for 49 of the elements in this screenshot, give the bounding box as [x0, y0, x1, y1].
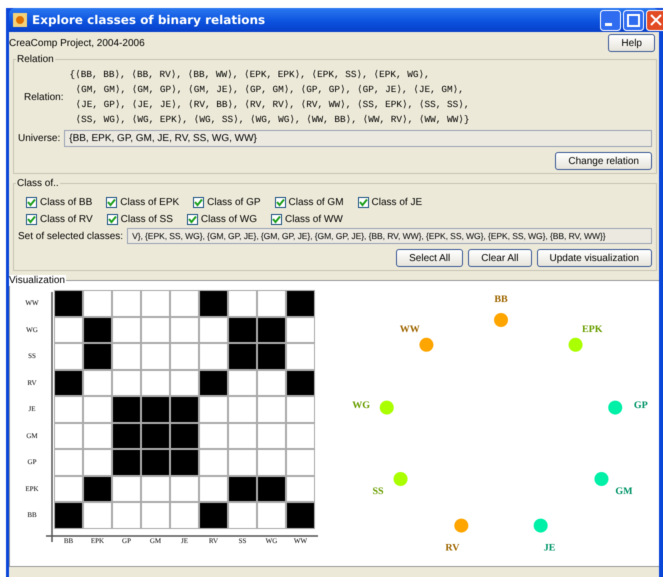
credit-text: CreaComp Project, 2004-2006: [9, 38, 145, 48]
checkbox-label: Class of WG: [200, 214, 257, 225]
section-title: Visualization: [9, 275, 66, 286]
relation-text: ⟨JE, GP⟩, ⟨JE, JE⟩, ⟨RV, BB⟩, ⟨RV, RV⟩, ⟨RV, WW⟩, ⟨SS, EPK⟩, ⟨SS, SS⟩,: [74, 98, 470, 112]
relation-text: ⟨GM, GM⟩, ⟨GM, GP⟩, ⟨GM, JE⟩, ⟨GP, GM⟩, ⟨GP, GP⟩, ⟨GP, JE⟩, ⟨JE, GM⟩,: [74, 83, 465, 97]
relation-label: Relation:: [24, 92, 64, 102]
node-label: RV: [445, 542, 460, 554]
checkbox[interactable]: [193, 197, 204, 208]
checkbox[interactable]: [274, 197, 286, 208]
node-label: SS: [372, 486, 384, 497]
section-title: Class of..: [16, 178, 60, 189]
checkbox[interactable]: [358, 197, 369, 208]
checkbox[interactable]: [106, 197, 118, 208]
node-label: GM: [615, 486, 633, 497]
checkbox-label: Class of GP: [207, 197, 261, 208]
selected-classes-field[interactable]: V}, {EPK, SS, WG}, {GM, GP, JE}, {GM, GP, JE}, {GM, GP, JE}, {BB, RV, WW}, {EPK, SS, WG}, {EPK, SS, WG}, {BB, RV, WW}}: [127, 228, 652, 244]
node-label: GP: [634, 400, 648, 411]
universe-field[interactable]: {BB, EPK, GP, GM, JE, RV, SS, WG, WW}: [64, 130, 652, 147]
node-label: WG: [352, 400, 370, 411]
checkbox[interactable]: [26, 214, 37, 225]
action-button[interactable]: Update visualization: [536, 249, 652, 267]
action-button[interactable]: Select All: [396, 249, 464, 267]
checkbox-label: Class of JE: [372, 197, 422, 208]
checkbox-label: Class of GM: [288, 197, 344, 208]
section-title: Relation: [16, 54, 55, 65]
checkbox-label: Class of WW: [285, 214, 343, 225]
node-label: BB: [494, 294, 508, 305]
universe-label: Universe:: [18, 133, 60, 144]
relation-text: {⟨BB, BB⟩, ⟨BB, RV⟩, ⟨BB, WW⟩, ⟨EPK, EPK⟩, ⟨EPK, SS⟩, ⟨EPK, WG⟩,: [69, 68, 431, 82]
minimize-icon[interactable]: [600, 10, 621, 30]
checkbox-label: Class of BB: [40, 197, 92, 208]
checkbox[interactable]: [26, 197, 37, 208]
node-label: WW: [400, 324, 420, 335]
checkbox-label: Class of RV: [40, 214, 93, 225]
node-label: JE: [544, 542, 556, 554]
checkbox-label: Class of SS: [120, 214, 173, 225]
selected-classes-label: Set of selected classes:: [18, 230, 124, 242]
node-label: EPK: [582, 324, 603, 335]
checkbox[interactable]: [271, 214, 282, 225]
close-icon[interactable]: [646, 10, 663, 30]
checkbox[interactable]: [186, 214, 198, 225]
help-button[interactable]: Help: [608, 34, 655, 52]
action-button[interactable]: Clear All: [468, 249, 532, 267]
window-title: Explore classes of binary relations: [32, 13, 266, 27]
maximize-icon[interactable]: [623, 10, 644, 30]
relation-text: ⟨SS, WG⟩, ⟨WG, EPK⟩, ⟨WG, SS⟩, ⟨WG, WG⟩, ⟨WW, BB⟩, ⟨WW, RV⟩, ⟨WW, WW⟩}: [74, 113, 470, 127]
checkbox[interactable]: [106, 214, 118, 225]
checkbox-label: Class of EPK: [120, 197, 180, 208]
change-relation-button[interactable]: Change relation: [555, 152, 652, 170]
